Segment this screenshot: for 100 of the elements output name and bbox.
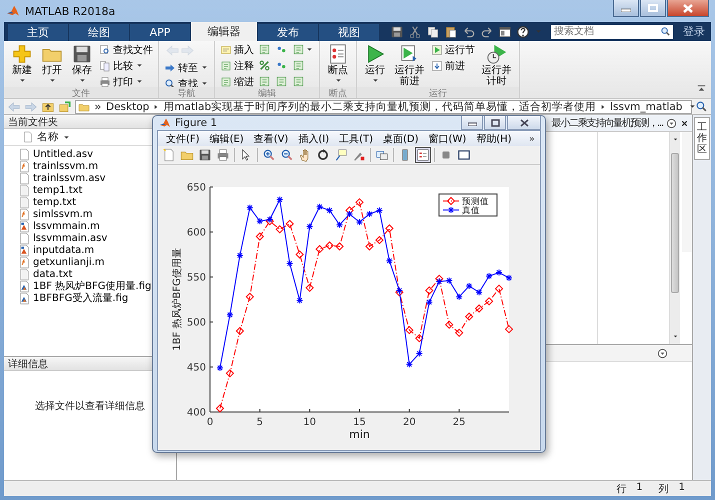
rotate-icon[interactable] [316, 148, 330, 162]
zoom-out-icon[interactable] [280, 148, 294, 162]
legend-icon[interactable] [416, 148, 430, 162]
menu-item[interactable]: 插入(I) [298, 132, 330, 146]
ribbon-tab[interactable]: 视图 [319, 24, 379, 41]
file-item[interactable]: Untitled.asv [18, 148, 93, 160]
editor-tab[interactable]: 最小二乘支持向量机预测，... [551, 116, 663, 130]
ribbon-button[interactable]: 打开 [39, 43, 65, 85]
ribbon-button[interactable]: 运行 [362, 43, 388, 85]
file-item[interactable]: lssvmmain.asv [18, 232, 108, 244]
file-item[interactable]: data.txt [18, 268, 72, 280]
ribbon-button[interactable]: 转至 [164, 61, 209, 74]
data-cursor-icon[interactable] [334, 148, 348, 162]
scrollbar[interactable] [669, 132, 680, 344]
menu-item[interactable]: 编辑(E) [210, 132, 244, 146]
asterisk-marker [316, 203, 324, 210]
new-figure-icon[interactable] [162, 148, 176, 162]
search-icon[interactable] [695, 100, 708, 113]
minimize-button[interactable] [461, 116, 483, 130]
diamond-marker [395, 288, 404, 296]
asterisk-marker [276, 196, 284, 204]
menu-icon[interactable] [666, 118, 677, 128]
file-item[interactable]: temp.txt [18, 196, 76, 208]
menu-item[interactable]: 查看(V) [254, 132, 288, 146]
asterisk-marker [296, 296, 304, 304]
ribbon-button[interactable]: 打印 [99, 75, 153, 88]
save-icon[interactable] [390, 24, 404, 38]
percent-icon[interactable] [258, 59, 271, 72]
file-item[interactable]: 1BFBFG受入流量.fig [18, 292, 128, 304]
ribbon-button[interactable]: 运行并前进 [392, 43, 427, 87]
ribbon-tab[interactable]: 绘图 [69, 24, 129, 41]
print-icon[interactable] [216, 148, 230, 162]
zoom-in-icon[interactable] [262, 148, 276, 162]
file-item[interactable]: trainlssvm.asv [18, 172, 106, 184]
cut-icon[interactable] [408, 24, 422, 38]
file-icon [18, 244, 31, 256]
asterisk-marker [446, 277, 453, 284]
diamond-marker [445, 320, 454, 329]
show-tools-icon[interactable] [457, 148, 471, 162]
file-item[interactable]: getxunlianji.m [18, 256, 105, 268]
file-item[interactable]: inputdata.m [18, 244, 94, 256]
asterisk-marker [426, 298, 433, 306]
maximize-button[interactable] [484, 116, 506, 130]
ribbon-tab[interactable]: 发布 [258, 24, 318, 41]
collapse-ribbon-icon[interactable] [696, 83, 707, 94]
file-icon [18, 268, 31, 280]
minimize-button[interactable] [613, 0, 639, 17]
login-link[interactable]: 登录 [683, 24, 705, 39]
ribbon-button[interactable]: 保存 [69, 43, 95, 85]
asterisk-marker [366, 210, 373, 218]
column-header[interactable]: 名称 [37, 130, 59, 144]
ribbon-button[interactable]: 运行节 [431, 43, 475, 56]
search-field[interactable]: 搜索文档 [551, 24, 673, 38]
ribbon-tab[interactable]: APP [130, 24, 190, 41]
advance-icon [431, 60, 443, 72]
ribbon-button[interactable]: 新建 [9, 43, 35, 85]
menu-item[interactable]: 工具(T) [339, 132, 374, 146]
close-button[interactable] [507, 116, 541, 130]
ribbon-button[interactable]: 插入 [220, 43, 254, 56]
address-bar[interactable]: Desktop 用matlab实现基于时间序列的最小二乘支持向量机预测，代码简单易懂，适合初学者使用 lssvm_matlab [75, 100, 692, 114]
menu-item[interactable]: 桌面(D) [383, 132, 419, 146]
redo-icon[interactable] [480, 24, 494, 38]
workspace-tab[interactable]: 工作区 [694, 117, 710, 160]
chevron-icon [93, 102, 103, 112]
file-item[interactable]: 1BF 热风炉BFG使用量.fig [18, 280, 152, 292]
layout-icon[interactable] [498, 24, 512, 38]
file-item[interactable]: simlssvm.m [18, 208, 93, 220]
menu-item[interactable]: 帮助(H) [476, 132, 512, 146]
ribbon-button[interactable]: 断点 [325, 43, 351, 85]
ribbon-button[interactable]: 比较 [99, 59, 153, 72]
asterisk-marker [226, 311, 234, 318]
ribbon-button[interactable]: 注释 [220, 59, 254, 72]
close-button[interactable] [667, 0, 709, 17]
help-icon[interactable] [516, 24, 530, 38]
save-icon[interactable] [198, 148, 212, 162]
diamond-marker [446, 196, 456, 206]
ribbon-tab[interactable]: 编辑器 [191, 22, 257, 41]
close-icon[interactable] [680, 118, 689, 128]
file-icon [18, 292, 31, 304]
file-item[interactable]: temp1.txt [18, 184, 82, 196]
file-item[interactable]: trainlssvm.m [18, 160, 98, 172]
file-icon [18, 208, 31, 220]
menu-icon[interactable] [657, 348, 668, 358]
ribbon-button[interactable]: 前进 [431, 59, 475, 72]
details-message: 选择文件以查看详细信息 [35, 400, 145, 412]
menu-item[interactable]: 窗口(W) [428, 132, 466, 146]
paste-icon[interactable] [444, 24, 458, 38]
breakpoint-icon [327, 43, 349, 65]
new-icon [11, 43, 33, 65]
ribbon-tab[interactable]: 主页 [8, 24, 68, 41]
undo-icon[interactable] [462, 24, 476, 38]
ribbon-button[interactable]: 查找文件 [99, 43, 153, 56]
file-item[interactable]: lssvmmain.m [18, 220, 100, 232]
link-plot-icon[interactable] [375, 148, 389, 162]
group-label: 断点 [320, 87, 356, 98]
ribbon-button[interactable]: 运行并计时 [479, 43, 514, 87]
ribbon-button[interactable]: 缩进 [220, 75, 254, 88]
copy-icon[interactable] [426, 24, 440, 38]
maximize-button[interactable] [640, 0, 666, 17]
menu-item[interactable]: 文件(F) [166, 132, 200, 146]
